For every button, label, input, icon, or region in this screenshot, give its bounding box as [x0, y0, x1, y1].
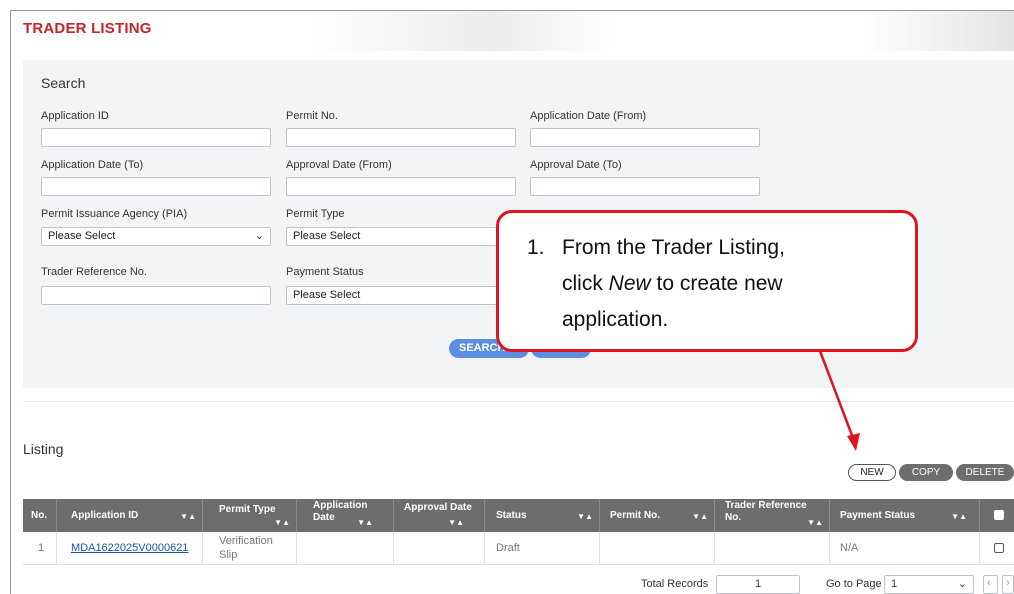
callout-arrow-line — [818, 350, 855, 439]
callout-arrow — [818, 350, 860, 451]
callout-arrow-head — [847, 433, 860, 451]
trader-listing-page: TRADER LISTING Search Application ID Per… — [0, 0, 1014, 594]
